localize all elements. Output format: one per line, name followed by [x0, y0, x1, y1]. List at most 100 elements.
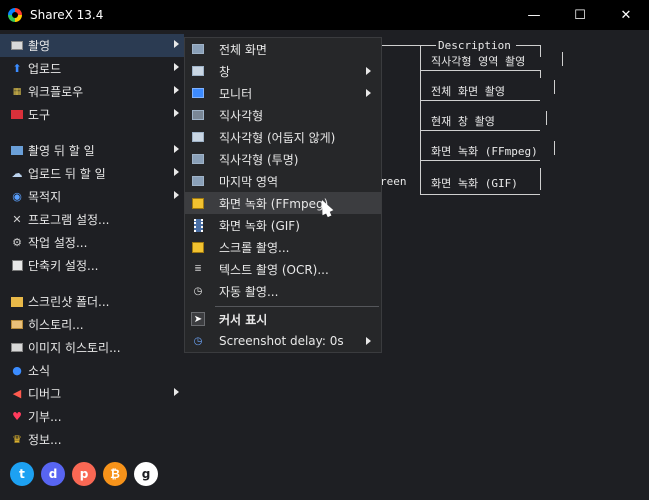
submenu-label: 창 — [219, 64, 231, 79]
menu-label: 작업 설정... — [28, 236, 88, 250]
github-icon[interactable]: g — [134, 462, 158, 486]
menu-screenshots-folder[interactable]: 스크린샷 폴더... — [0, 290, 184, 313]
submenu-label: 마지막 영역 — [219, 174, 279, 189]
menu-tools[interactable]: 도구 — [0, 103, 184, 126]
submenu-screenshot-delay[interactable]: ◷ Screenshot delay: 0s — [185, 330, 381, 352]
submenu-label: 모니터 — [219, 86, 253, 101]
submenu-arrow-icon — [366, 89, 371, 97]
video-record-icon — [191, 196, 205, 210]
submenu-label: Screenshot delay: 0s — [219, 334, 344, 348]
rectangle-light-icon — [191, 130, 205, 144]
clock-icon: ◷ — [193, 285, 203, 297]
menu-label: 워크플로우 — [28, 85, 84, 99]
twitter-icon[interactable]: t — [10, 462, 34, 486]
menu-label: 이미지 히스토리... — [28, 341, 121, 355]
after-upload-icon: ☁ — [11, 167, 23, 180]
close-button[interactable]: ✕ — [603, 0, 649, 30]
news-icon: ● — [12, 364, 22, 377]
submenu-fullscreen[interactable]: 전체 화면 — [185, 38, 381, 60]
submenu-screen-record-ffmpeg[interactable]: 화면 녹화 (FFmpeg) — [185, 192, 381, 214]
submenu-label: 전체 화면 — [219, 42, 267, 57]
menu-label: 소식 — [28, 364, 51, 378]
submenu-label: 직사각형 — [219, 108, 264, 123]
main-menu: 촬영 ⬆ 업로드 ▦ 워크플로우 도구 촬영 뒤 할 일 ☁ 업로드 뒤 할 일… — [0, 34, 184, 451]
wrench-icon: ✕ — [12, 213, 22, 226]
menu-task-settings[interactable]: ⚙ 작업 설정... — [0, 231, 184, 254]
patreon-icon[interactable]: p — [72, 462, 96, 486]
submenu-label: 자동 촬영... — [219, 284, 279, 299]
submenu-arrow-icon — [174, 109, 179, 117]
menu-workflow[interactable]: ▦ 워크플로우 — [0, 80, 184, 103]
window-title: ShareX 13.4 — [30, 8, 104, 22]
menu-image-history[interactable]: 이미지 히스토리... — [0, 336, 184, 359]
menu-destinations[interactable]: ◉ 목적지 — [0, 185, 184, 208]
maximize-button[interactable]: ☐ — [557, 0, 603, 30]
submenu-scrolling-capture[interactable]: 스크롤 촬영... — [185, 236, 381, 258]
submenu-window[interactable]: 창 — [185, 60, 381, 82]
menu-label: 디버그 — [28, 387, 62, 401]
submenu-rectangle-light[interactable]: 직사각형 (어둡지 않게) — [185, 126, 381, 148]
menu-label: 단축키 설정... — [28, 259, 99, 273]
keyboard-icon — [10, 259, 24, 273]
submenu-label: 화면 녹화 (GIF) — [219, 218, 300, 233]
submenu-label: 커서 표시 — [219, 312, 268, 327]
minimize-button[interactable]: — — [511, 0, 557, 30]
description-header: Description — [438, 39, 511, 52]
menu-donate[interactable]: ♥ 기부... — [0, 405, 184, 428]
destination-icon: ◉ — [12, 190, 22, 203]
submenu-arrow-icon — [174, 40, 179, 48]
submenu-label: 스크롤 촬영... — [219, 240, 290, 255]
upload-arrow-icon: ⬆ — [12, 62, 22, 75]
rectangle-transparent-icon — [191, 152, 205, 166]
bitcoin-icon[interactable]: ₿ — [103, 462, 127, 486]
description-row: 전체 화면 촬영 — [431, 85, 505, 98]
submenu-label: 직사각형 (어둡지 않게) — [219, 130, 336, 145]
menu-label: 스크린샷 폴더... — [28, 295, 110, 309]
menu-news[interactable]: ● 소식 — [0, 359, 184, 382]
menu-hotkey-settings[interactable]: 단축키 설정... — [0, 254, 184, 277]
toolbox-icon — [10, 108, 24, 122]
submenu-text-capture-ocr[interactable]: ≣ 텍스트 촬영 (OCR)... — [185, 258, 381, 280]
menu-capture[interactable]: 촬영 — [0, 34, 184, 57]
discord-icon[interactable]: d — [41, 462, 65, 486]
window-icon — [191, 64, 205, 78]
submenu-rectangle-transparent[interactable]: 직사각형 (투명) — [185, 148, 381, 170]
workflow-grid-icon: ▦ — [12, 86, 22, 97]
menu-history[interactable]: 히스토리... — [0, 313, 184, 336]
camera-icon — [10, 39, 24, 53]
menu-app-settings[interactable]: ✕ 프로그램 설정... — [0, 208, 184, 231]
submenu-last-region[interactable]: 마지막 영역 — [185, 170, 381, 192]
submenu-screen-record-gif[interactable]: 화면 녹화 (GIF) — [185, 214, 381, 236]
menu-about[interactable]: ♛ 정보... — [0, 428, 184, 451]
menu-after-capture[interactable]: 촬영 뒤 할 일 — [0, 139, 184, 162]
film-gif-icon — [191, 218, 205, 232]
submenu-arrow-icon — [174, 86, 179, 94]
submenu-show-cursor[interactable]: ➤ 커서 표시 — [185, 308, 381, 330]
submenu-arrow-icon — [174, 63, 179, 71]
description-row: 화면 녹화 (FFmpeg) — [431, 145, 538, 158]
heart-icon: ♥ — [12, 410, 22, 423]
submenu-monitor[interactable]: 모니터 — [185, 82, 381, 104]
menu-label: 프로그램 설정... — [28, 213, 110, 227]
social-links: t d p ₿ g — [10, 462, 158, 486]
delay-clock-icon: ◷ — [193, 335, 203, 347]
monitor-icon — [191, 86, 205, 100]
ocr-text-icon: ≣ — [194, 264, 202, 274]
menu-label: 촬영 — [28, 39, 51, 53]
crown-icon: ♛ — [12, 433, 22, 446]
fullscreen-icon — [191, 42, 205, 56]
rectangle-icon — [191, 108, 205, 122]
menu-debug[interactable]: ◀ 디버그 — [0, 382, 184, 405]
menu-after-upload[interactable]: ☁ 업로드 뒤 할 일 — [0, 162, 184, 185]
scroll-capture-icon — [191, 240, 205, 254]
menu-label: 업로드 뒤 할 일 — [28, 167, 106, 181]
menu-upload[interactable]: ⬆ 업로드 — [0, 57, 184, 80]
window-controls: — ☐ ✕ — [511, 0, 649, 30]
submenu-auto-capture[interactable]: ◷ 자동 촬영... — [185, 280, 381, 302]
submenu-separator — [215, 306, 379, 307]
submenu-rectangle[interactable]: 직사각형 — [185, 104, 381, 126]
description-row: 화면 녹화 (GIF) — [431, 177, 518, 190]
description-row: 현재 창 촬영 — [431, 115, 495, 128]
menu-label: 업로드 — [28, 62, 62, 76]
description-row: 직사각형 영역 촬영 — [431, 55, 526, 68]
